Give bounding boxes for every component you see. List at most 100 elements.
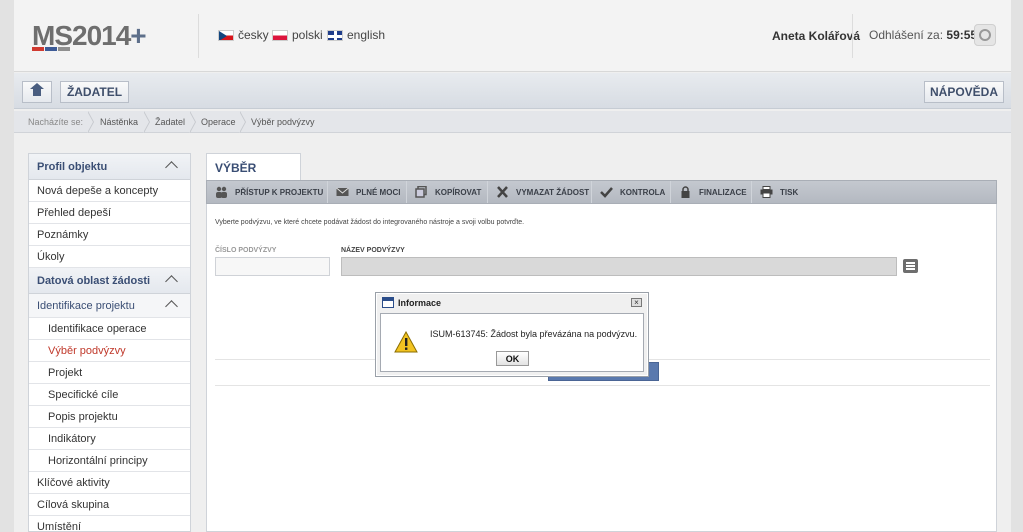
sidebar-item-identifikace-operace[interactable]: Identifikace operace xyxy=(29,318,190,340)
sidebar-item-label: Projekt xyxy=(48,367,83,379)
sidebar-item-poznamky[interactable]: Poznámky xyxy=(29,224,190,246)
dialog-title: Informace xyxy=(398,298,442,308)
lang-czech[interactable]: česky xyxy=(218,28,269,42)
sidebar-item-vyber-podvyzvy[interactable]: Výběr podvýzvy xyxy=(29,340,190,362)
lang-czech-label: česky xyxy=(238,28,269,42)
sidebar-section-datova-oblast[interactable]: Datová oblast žádosti xyxy=(29,268,190,294)
sidebar-item-indikatory[interactable]: Indikátory xyxy=(29,428,190,450)
breadcrumb-separator xyxy=(239,111,248,133)
sidebar-item-ukoly[interactable]: Úkoly xyxy=(29,246,190,268)
check-icon xyxy=(600,186,613,198)
logo-color-bars xyxy=(32,47,70,51)
action-kontrola[interactable]: KONTROLA xyxy=(592,181,671,203)
list-select-icon[interactable] xyxy=(903,259,918,273)
help-button[interactable]: NÁPOVĚDA xyxy=(924,81,1004,103)
sidebar-item-label: Indikátory xyxy=(48,433,96,445)
header-divider xyxy=(198,14,199,58)
chevron-up-icon xyxy=(165,300,178,313)
action-label: PŘÍSTUP K PROJEKTU xyxy=(235,187,324,197)
breadcrumb-separator xyxy=(143,111,152,133)
divider xyxy=(215,385,990,386)
sidebar-item-umisteni[interactable]: Umístění xyxy=(29,516,190,532)
x-icon xyxy=(496,186,509,198)
logo-plus: + xyxy=(130,20,146,51)
printer-icon xyxy=(760,186,773,198)
actions-bar: PŘÍSTUP K PROJEKTU PLNÉ MOCI KOPÍROVAT V… xyxy=(206,180,997,204)
close-icon[interactable]: × xyxy=(631,298,642,307)
action-finalizace[interactable]: FINALIZACE xyxy=(671,181,752,203)
lock-icon xyxy=(679,186,692,198)
sidebar-item-label: Výběr podvýzvy xyxy=(48,345,126,357)
breadcrumb-separator xyxy=(189,111,198,133)
lang-english-label: english xyxy=(347,28,386,42)
breadcrumb-label: Nacházíte se: xyxy=(28,117,84,127)
sidebar-item-label: Úkoly xyxy=(37,251,65,263)
breadcrumb-item-current: Výběr podvýzvy xyxy=(251,117,315,127)
zadatel-button[interactable]: ŽADATEL xyxy=(60,81,129,103)
sidebar-item-specificke-cile[interactable]: Specifické cíle xyxy=(29,384,190,406)
info-dialog: Informace × ISUM-613745: Žádost byla pře… xyxy=(375,292,649,377)
logout-time: 59:55 xyxy=(946,28,978,42)
sidebar-item-label: Umístění xyxy=(37,521,82,532)
sidebar-item-label: Poznámky xyxy=(37,229,89,241)
lang-polish-label: polski xyxy=(292,28,323,42)
flag-cz-icon xyxy=(218,29,234,41)
sidebar-section-profil[interactable]: Profil objektu xyxy=(29,154,190,180)
sidebar-item-klicove-aktivity[interactable]: Klíčové aktivity xyxy=(29,472,190,494)
envelope-icon xyxy=(336,186,349,198)
sidebar-item-label: Profil objektu xyxy=(37,161,108,173)
sidebar-subsection-identifikace-projektu[interactable]: Identifikace projektu xyxy=(29,294,190,318)
window-icon xyxy=(382,297,394,308)
field-nazev-label: NÁZEV PODVÝZVY xyxy=(341,247,405,254)
action-pristup-k-projektu[interactable]: PŘÍSTUP K PROJEKTU xyxy=(207,181,328,203)
sidebar-item-popis-projektu[interactable]: Popis projektu xyxy=(29,406,190,428)
sidebar-item-label: Identifikace projektu xyxy=(37,300,135,312)
dialog-titlebar[interactable]: Informace xyxy=(376,293,648,313)
action-plne-moci[interactable]: PLNÉ MOCI xyxy=(328,181,407,203)
sidebar: Profil objektu Nová depeše a koncepty Př… xyxy=(28,153,191,532)
dialog-body: ISUM-613745: Žádost byla převázána na po… xyxy=(380,313,644,372)
action-label: KOPÍROVAT xyxy=(435,187,482,197)
sidebar-item-label: Datová oblast žádosti xyxy=(37,275,151,287)
dialog-message: ISUM-613745: Žádost byla převázána na po… xyxy=(430,329,638,339)
flag-en-icon xyxy=(327,29,343,41)
sidebar-item-label: Přehled depeší xyxy=(37,207,111,219)
tab-vyber-podvyzvy[interactable]: VÝBĚR PODVÝZVY xyxy=(206,153,301,203)
sidebar-item-horizontalni-principy[interactable]: Horizontální principy xyxy=(29,450,190,472)
copy-icon xyxy=(415,185,428,198)
instruction-text: Vyberte podvýzvu, ve které chcete podáva… xyxy=(215,219,525,226)
sidebar-item-label: Horizontální principy xyxy=(48,455,148,467)
action-label: PLNÉ MOCI xyxy=(356,187,401,197)
action-label: KONTROLA xyxy=(620,187,666,197)
sidebar-item-projekt[interactable]: Projekt xyxy=(29,362,190,384)
lang-polish[interactable]: polski xyxy=(272,28,323,42)
action-label: VYMAZAT ŽÁDOST xyxy=(516,187,590,197)
sidebar-item-label: Nová depeše a koncepty xyxy=(37,185,159,197)
home-button[interactable] xyxy=(22,81,52,103)
sidebar-item-label: Klíčové aktivity xyxy=(37,477,110,489)
sidebar-item-cilova-skupina[interactable]: Cílová skupina xyxy=(29,494,190,516)
action-vymazat-zadost[interactable]: VYMAZAT ŽÁDOST xyxy=(488,181,592,203)
sidebar-item-prehled-depesi[interactable]: Přehled depeší xyxy=(29,202,190,224)
header-divider xyxy=(852,14,853,58)
action-label: TISK xyxy=(780,187,799,197)
breadcrumb-item-zadatel[interactable]: Žadatel xyxy=(155,117,185,127)
action-tisk[interactable]: TISK xyxy=(752,181,812,203)
ok-button[interactable]: OK xyxy=(496,351,529,366)
nazev-podvyzvy-input[interactable] xyxy=(341,257,897,276)
breadcrumb: Nacházíte se: Nástěnka Žadatel Operace V… xyxy=(14,111,1011,133)
action-kopirovat[interactable]: KOPÍROVAT xyxy=(407,181,488,203)
breadcrumb-item-operace[interactable]: Operace xyxy=(201,117,236,127)
breadcrumb-item-nastenka[interactable]: Nástěnka xyxy=(100,117,138,127)
warning-icon xyxy=(394,330,418,353)
chevron-up-icon xyxy=(165,161,178,174)
logout-button[interactable] xyxy=(974,24,996,46)
app-header: MS2014+ česky polski english Aneta Kolář… xyxy=(14,0,1011,72)
cislo-podvyzvy-input[interactable] xyxy=(215,257,330,276)
user-name[interactable]: Aneta Kolářová xyxy=(772,29,860,43)
chevron-up-icon xyxy=(165,275,178,288)
lang-english[interactable]: english xyxy=(327,28,385,42)
sidebar-item-nova-depese[interactable]: Nová depeše a koncepty xyxy=(29,180,190,202)
sidebar-item-label: Specifické cíle xyxy=(48,389,119,401)
flag-pl-icon xyxy=(272,29,288,41)
